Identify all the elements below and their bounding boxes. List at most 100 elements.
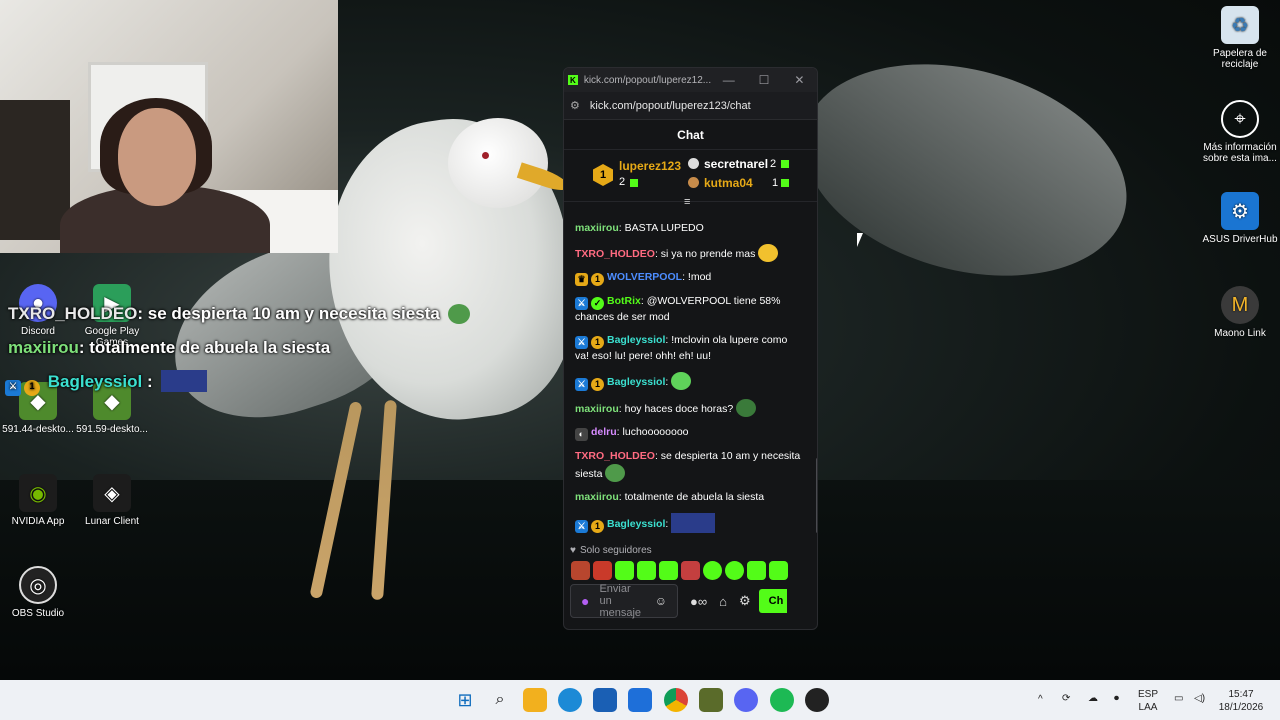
emote-icon[interactable] [593, 560, 612, 580]
file-explorer-icon[interactable] [523, 688, 547, 712]
chat-message[interactable]: ⚔ ✓ BotRix: @WOLVERPOOL tiene 58% chances … [564, 291, 812, 330]
chat-username[interactable]: maxiirou [575, 491, 619, 503]
lunar-client-icon: ◈ [93, 474, 131, 512]
desktop-icon-maono[interactable]: M Maono Link [1200, 286, 1280, 339]
outlook-icon[interactable] [628, 688, 652, 712]
spotify-icon[interactable] [770, 688, 794, 712]
desktop-icon-lunar-client[interactable]: ◈ Lunar Client [72, 474, 152, 527]
network-icon[interactable]: ▭ [1174, 692, 1183, 705]
leaderboard-second-name[interactable]: secretnarel [704, 157, 768, 171]
chat-username[interactable]: maxiirou [575, 403, 619, 415]
emote-icon[interactable] [725, 560, 744, 580]
kicks-icon[interactable]: ●∞ [690, 594, 707, 609]
chat-message[interactable]: maxiirou: hoy haces doce horas? [564, 396, 812, 422]
chat-username[interactable]: Bagleyssiol [607, 518, 665, 530]
chat-username[interactable]: BotRix [607, 295, 641, 307]
verified-badge-icon: ✓ [591, 297, 604, 310]
sub-badge-icon: 1 [591, 378, 604, 391]
chat-message[interactable]: ◐ delru: luchoooooooo [564, 422, 812, 446]
sync-icon[interactable]: ⟳ [1062, 692, 1070, 705]
close-icon[interactable]: ✕ [782, 73, 817, 87]
microphone-icon[interactable]: ● [581, 593, 589, 609]
chat-message[interactable]: maxiirou: totalmente de abuela la siesta [564, 487, 812, 510]
emote-icon[interactable] [571, 560, 590, 580]
desktop-icon-obs[interactable]: ◎ OBS Studio [0, 566, 78, 619]
store-icon[interactable] [593, 688, 617, 712]
emote-icon[interactable] [681, 560, 700, 580]
taskbar: ⊞ ⌕ ^ ⟳ ☁ ⏺ ESP LAA ▭ ◁) 15:47 18/1/2026 [0, 680, 1280, 720]
send-chat-button[interactable]: Ch [758, 589, 787, 613]
message-input[interactable]: ● Enviar un mensaje ☺ [570, 583, 678, 619]
windows-start-icon[interactable]: ⊞ [453, 688, 477, 712]
emote-icon[interactable] [637, 560, 656, 580]
minion-emote-icon [671, 513, 716, 533]
chat-text: @WOLVERPOOL tiene 58% chances de ser mod [575, 295, 781, 323]
search-icon[interactable]: ⌕ [488, 688, 512, 712]
obs-icon[interactable] [805, 688, 829, 712]
chat-message[interactable]: ⚔ 1 Bagleyssiol: [564, 510, 812, 535]
chat-username[interactable]: Bagleyssiol [607, 334, 665, 346]
mod-badge-icon: ⚔ [575, 336, 588, 349]
chat-popup-window[interactable]: K kick.com/popout/luperez12... — ☐ ✕ ⚙ k… [563, 67, 818, 630]
clock-time: 15:47 [1228, 689, 1254, 700]
chat-message[interactable]: maxiirou: BASTA LUPEDO [564, 218, 812, 241]
leaderboard-third-name[interactable]: kutma04 [704, 176, 753, 190]
chat-username[interactable]: WOLVERPOOL [607, 271, 682, 283]
desktop-icon-label: Más información sobre esta ima... [1203, 142, 1277, 164]
url-text[interactable]: kick.com/popout/luperez123/chat [590, 100, 751, 112]
settings-gear-icon[interactable]: ⚙ [739, 593, 751, 609]
language-indicator[interactable]: ESP LAA [1138, 688, 1158, 714]
chat-message[interactable]: ♛ 1 WOLVERPOOL: !mod [564, 267, 812, 291]
address-bar[interactable]: ⚙ kick.com/popout/luperez123/chat [564, 92, 817, 120]
emote-icon[interactable] [615, 560, 634, 580]
maximize-icon[interactable]: ☐ [746, 73, 781, 87]
chat-username[interactable]: TXRO_HOLDEO [575, 450, 655, 462]
emote-icon[interactable] [703, 560, 722, 580]
cloud-icon[interactable]: ☁ [1088, 692, 1098, 705]
store-icon[interactable]: ⌂ [719, 594, 727, 609]
maono-icon: M [1221, 286, 1259, 324]
chat-message[interactable]: ⚔ 1 Bagleyssiol: !mclovin ola lupere como … [564, 330, 812, 369]
site-settings-icon[interactable]: ⚙ [570, 99, 580, 112]
glasses-badge-icon: ◐ [575, 428, 588, 441]
desktop-icon-nvidia-app[interactable]: ◉ NVIDIA App [0, 474, 78, 527]
chat-username[interactable]: delru [591, 426, 617, 438]
chat-username[interactable]: Bagleyssiol [607, 376, 665, 388]
chat-scrollbar[interactable] [816, 458, 817, 533]
chat-spacer [564, 210, 812, 218]
rank-badge-icon: 1 [593, 164, 613, 186]
desktop-icon-label: Lunar Client [85, 516, 139, 527]
desktop-icon-label: NVIDIA App [11, 516, 65, 527]
desktop-icon-label: Papelera de reciclaje [1213, 48, 1267, 70]
chat-username[interactable]: maxiirou [575, 222, 619, 234]
chat-username[interactable]: TXRO_HOLDEO [575, 248, 655, 260]
chrome-icon[interactable] [664, 688, 688, 712]
desktop-icon-more-info[interactable]: ⌖ Más información sobre esta ima... [1200, 100, 1280, 164]
quick-emote-row[interactable] [564, 559, 817, 581]
leaderboard-top-name[interactable]: luperez123 [619, 159, 681, 173]
chat-message[interactable]: ⚔ 1 Bagleyssiol: [564, 369, 812, 396]
popup-titlebar[interactable]: K kick.com/popout/luperez12... — ☐ ✕ [564, 68, 817, 92]
minimize-icon[interactable]: — [711, 73, 746, 87]
edge-icon[interactable] [558, 688, 582, 712]
desktop-icon-asus[interactable]: ⚙ ASUS DriverHub [1200, 192, 1280, 245]
chat-header: Chat [564, 120, 817, 150]
chat-message-list[interactable]: maxiirou: BASTA LUPEDO TXRO_HOLDEO: si y… [564, 210, 812, 535]
chat-message[interactable]: TXRO_HOLDEO: se despierta 10 am y necesi… [564, 446, 812, 487]
desktop-icon-recycle-bin[interactable]: ♻ Papelera de reciclaje [1200, 6, 1280, 70]
clock[interactable]: 15:47 18/1/2026 [1216, 688, 1266, 714]
discord-icon[interactable] [734, 688, 758, 712]
expand-leaderboard-icon[interactable]: ≡ [684, 196, 690, 208]
show-hidden-icons-icon[interactable]: ^ [1038, 693, 1043, 706]
chat-message[interactable]: TXRO_HOLDEO: si ya no prende mas [564, 241, 812, 267]
emote-icon[interactable] [747, 560, 766, 580]
overlay-message: : totalmente de abuela la siesta [78, 338, 331, 357]
game-icon[interactable] [699, 688, 723, 712]
emoji-picker-icon[interactable]: ☺ [655, 594, 667, 608]
volume-icon[interactable]: ◁) [1194, 692, 1205, 705]
emote-icon[interactable] [659, 560, 678, 580]
microphone-icon[interactable]: ⏺ [1114, 692, 1119, 705]
sub-badge-icon: 1 [591, 520, 604, 533]
webcam-person-face [118, 108, 196, 206]
emote-icon[interactable] [769, 560, 788, 580]
